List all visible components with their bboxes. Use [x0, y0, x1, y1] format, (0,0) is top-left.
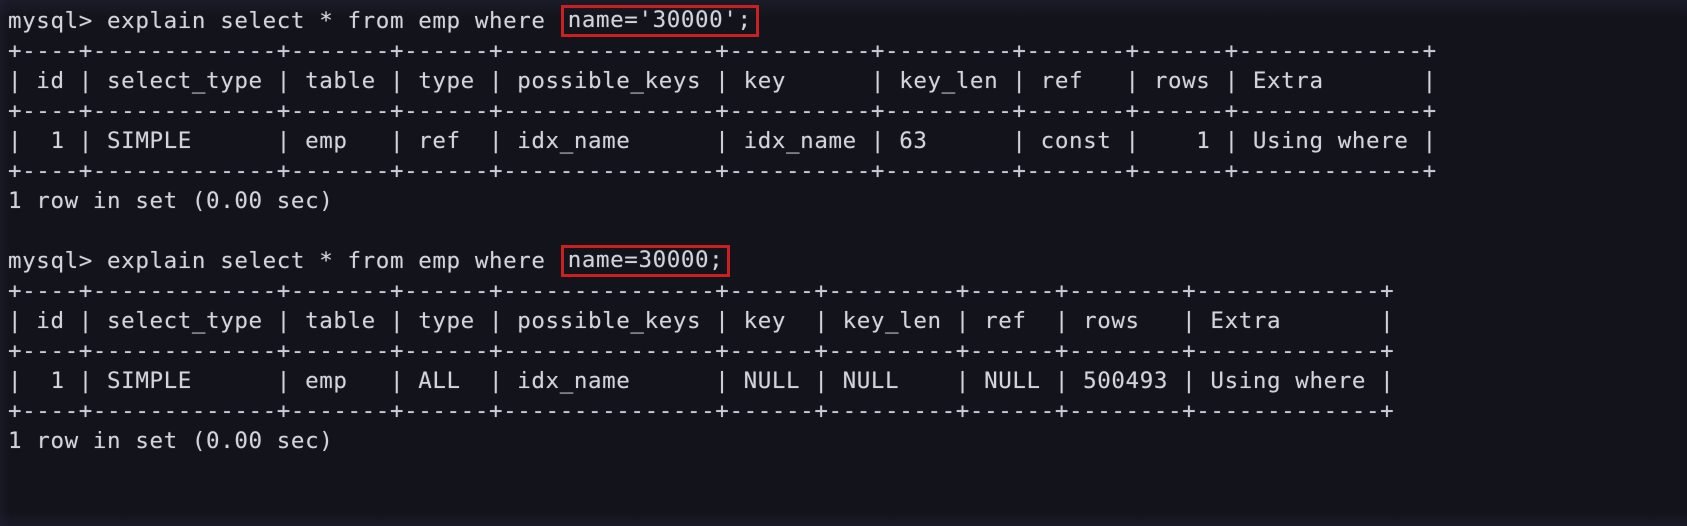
result-status-1: 1 row in set (0.00 sec) [8, 188, 334, 214]
highlighted-predicate-2: name=30000; [560, 245, 731, 277]
table-row-2: | 1 | SIMPLE | emp | ALL | idx_name | NU… [8, 368, 1395, 394]
highlighted-predicate-1: name='30000'; [560, 5, 759, 37]
table-rule-bottom-1: +----+-------------+-------+------+-----… [8, 158, 1437, 184]
sql-statement-1: explain select * from emp where [107, 8, 560, 34]
command-line-1[interactable]: mysql> explain select * from emp where n… [8, 5, 1687, 37]
sql-statement-2: explain select * from emp where [107, 248, 560, 274]
command-line-2[interactable]: mysql> explain select * from emp where n… [8, 245, 1687, 277]
result-status-2: 1 row in set (0.00 sec) [8, 428, 334, 454]
terminal-window[interactable]: mysql> explain select * from emp where n… [0, 0, 1687, 526]
table-rule-bottom-2: +----+-------------+-------+------+-----… [8, 398, 1395, 424]
mysql-prompt-1: mysql> [8, 8, 108, 34]
table-rule-mid-2: +----+-------------+-------+------+-----… [8, 338, 1395, 364]
table-rule-top-1: +----+-------------+-------+------+-----… [8, 38, 1437, 64]
table-rule-mid-1: +----+-------------+-------+------+-----… [8, 98, 1437, 124]
table-row-1: | 1 | SIMPLE | emp | ref | idx_name | id… [8, 128, 1437, 154]
table-header-2: | id | select_type | table | type | poss… [8, 308, 1395, 334]
mysql-prompt-2: mysql> [8, 248, 108, 274]
table-header-1: | id | select_type | table | type | poss… [8, 68, 1437, 94]
table-rule-top-2: +----+-------------+-------+------+-----… [8, 278, 1395, 304]
